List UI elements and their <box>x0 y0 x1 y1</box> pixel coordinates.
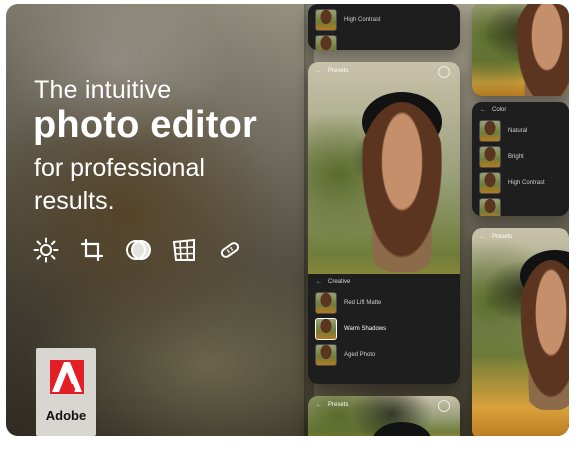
phone-right-color: ← Color Natural Bright High Contrast <box>472 102 569 216</box>
tool-icons-row <box>32 236 244 264</box>
preset-label: Warm Shadows <box>344 326 387 332</box>
presets-topbar: ← Presets <box>316 68 348 74</box>
headline-line-1: The intuitive <box>34 76 172 104</box>
phone-right-bottom: ← Presets <box>472 228 569 436</box>
adobe-logo <box>50 360 84 394</box>
preset-item[interactable] <box>472 196 569 216</box>
preset-thumb <box>479 172 501 194</box>
mask-icon <box>124 236 152 264</box>
preset-label: High Contrast <box>508 180 545 186</box>
more-icon[interactable] <box>438 400 450 412</box>
preset-label: Bright <box>508 154 524 160</box>
preset-item[interactable]: Red Lift Matte <box>308 290 460 316</box>
headline-line-3: for professional <box>34 154 205 182</box>
brand-name: Adobe <box>45 408 87 423</box>
headline-line-4: results. <box>34 187 115 215</box>
adobe-badge: Adobe <box>36 348 96 436</box>
back-icon[interactable]: ← <box>316 279 322 285</box>
heal-icon <box>216 236 244 264</box>
preset-thumb <box>479 198 501 216</box>
presets-title: Presets <box>328 68 349 74</box>
more-icon[interactable] <box>438 66 450 78</box>
preset-label: Natural <box>508 128 528 134</box>
portrait-subject <box>512 4 569 96</box>
presets-topbar: ← Presets <box>316 402 348 408</box>
preset-item[interactable]: High Contrast <box>472 170 569 196</box>
preset-thumb <box>315 318 337 340</box>
preset-label: Aged Photo <box>344 352 376 358</box>
preset-thumb <box>479 120 501 142</box>
phone-right-top <box>472 4 569 96</box>
preset-label: High Contrast <box>344 17 381 23</box>
preset-thumb <box>315 344 337 366</box>
back-icon[interactable]: ← <box>480 234 486 240</box>
headline-line-2: photo editor <box>33 104 258 146</box>
preset-thumb <box>315 292 337 314</box>
crop-icon <box>78 236 106 264</box>
back-icon[interactable]: ← <box>316 402 322 408</box>
preset-thumb <box>315 9 337 31</box>
phone-main: ← Presets ← Creative Red Lift Matte Warm… <box>308 62 460 384</box>
presets-topbar: ← Presets <box>480 234 512 240</box>
preset-thumb <box>315 35 337 50</box>
presets-title: Presets <box>492 234 513 240</box>
panel-title: Creative <box>328 279 351 285</box>
portrait-subject <box>356 102 448 272</box>
preset-thumb <box>479 146 501 168</box>
promo-card: The intuitive photo editor for professio… <box>6 4 569 436</box>
phone-bottom-left: ← Presets <box>308 396 460 436</box>
preset-label: Red Lift Matte <box>344 300 382 306</box>
creative-panel: ← Creative Red Lift Matte Warm Shadows A… <box>308 274 460 384</box>
geometry-icon <box>170 236 198 264</box>
preset-item-selected[interactable]: Warm Shadows <box>308 316 460 342</box>
back-icon[interactable]: ← <box>480 107 486 113</box>
light-icon <box>32 236 60 264</box>
preset-item[interactable]: Natural <box>472 118 569 144</box>
preset-item[interactable]: Bright <box>472 144 569 170</box>
panel-title: Color <box>492 107 507 113</box>
back-icon[interactable]: ← <box>316 68 322 74</box>
preset-item[interactable]: Aged Photo <box>308 342 460 368</box>
phone-top-strip: High Contrast <box>308 4 460 50</box>
presets-title: Presets <box>328 402 349 408</box>
